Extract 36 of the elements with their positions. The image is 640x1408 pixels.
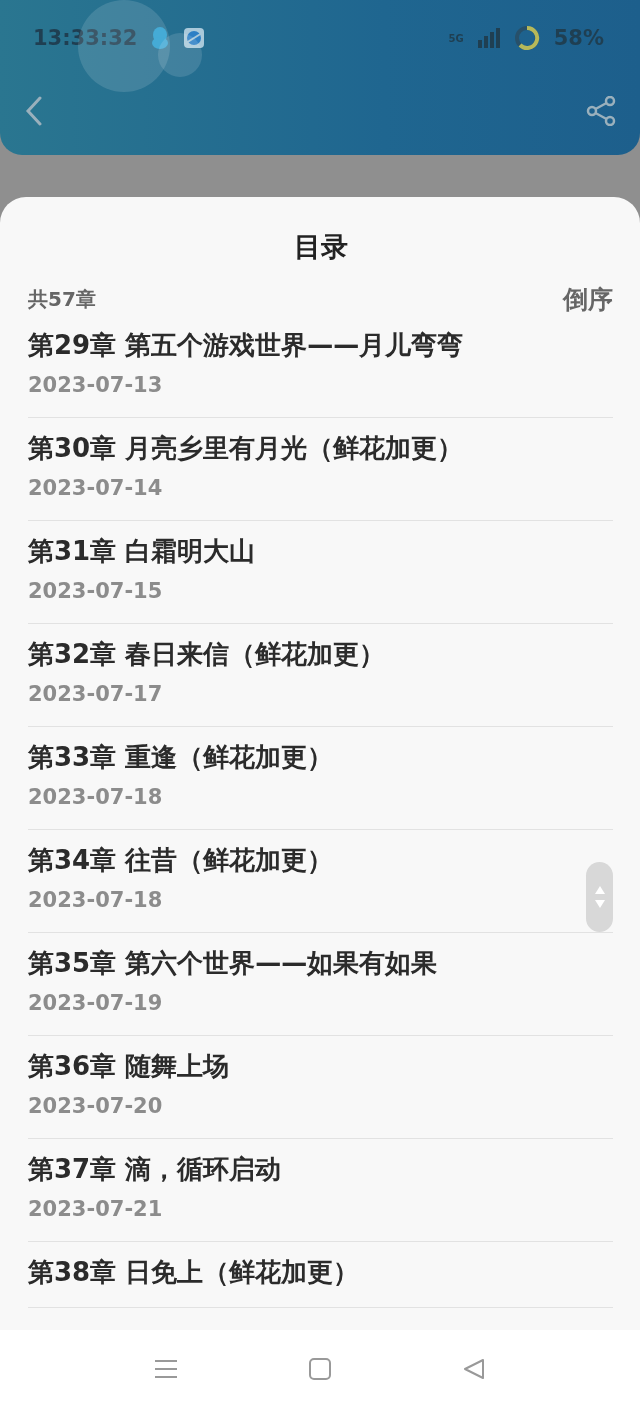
battery-percent: 58%	[553, 26, 604, 50]
clock-time: 13:33:32	[33, 26, 138, 50]
up-down-arrows-icon	[594, 886, 605, 908]
browser-icon	[183, 27, 206, 49]
home-square-icon[interactable]	[309, 1358, 331, 1380]
back-triangle-icon[interactable]	[463, 1358, 485, 1380]
chapter-title[interactable]: 第38章 日免上（鲜花加更）	[28, 1255, 360, 1289]
sheet-title: 目录	[293, 230, 348, 264]
chapter-title[interactable]: 第29章 第五个游戏世界——月儿弯弯	[28, 328, 464, 362]
share-icon[interactable]	[586, 95, 616, 126]
chapter-title[interactable]: 第37章 滴，循环启动	[28, 1152, 282, 1186]
chapter-date: 2023-07-21	[28, 1196, 163, 1223]
signal-icon	[477, 28, 500, 48]
chapter-date: 2023-07-18	[28, 784, 163, 811]
battery-ring-icon	[513, 25, 540, 51]
chapter-title[interactable]: 第32章 春日来信（鲜花加更）	[28, 637, 386, 671]
chapter-date: 2023-07-13	[28, 372, 163, 399]
chapter-title[interactable]: 第33章 重逢（鲜花加更）	[28, 740, 334, 774]
sort-toggle[interactable]: 倒序	[563, 282, 613, 316]
scroll-handle[interactable]	[586, 862, 613, 932]
network-label: 5G	[448, 32, 464, 44]
menu-icon[interactable]	[155, 1359, 177, 1379]
chapter-count: 共57章	[28, 285, 96, 313]
chapter-date: 2023-07-15	[28, 578, 163, 605]
chapter-title[interactable]: 第35章 第六个世界——如果有如果	[28, 946, 438, 980]
chapter-date: 2023-07-17	[28, 681, 163, 708]
chapter-title[interactable]: 第30章 月亮乡里有月光（鲜花加更）	[28, 431, 464, 465]
chapter-date: 2023-07-20	[28, 1093, 163, 1120]
chapter-date: 2023-07-18	[28, 887, 163, 914]
chapter-date: 2023-07-19	[28, 990, 163, 1017]
back-icon[interactable]	[24, 95, 44, 126]
chapter-date: 2023-07-14	[28, 475, 163, 502]
chapter-title[interactable]: 第34章 往昔（鲜花加更）	[28, 843, 334, 877]
penguin-icon	[151, 27, 170, 49]
chapter-title[interactable]: 第31章 白霜明大山	[28, 534, 256, 568]
chapter-title[interactable]: 第36章 随舞上场	[28, 1049, 230, 1083]
